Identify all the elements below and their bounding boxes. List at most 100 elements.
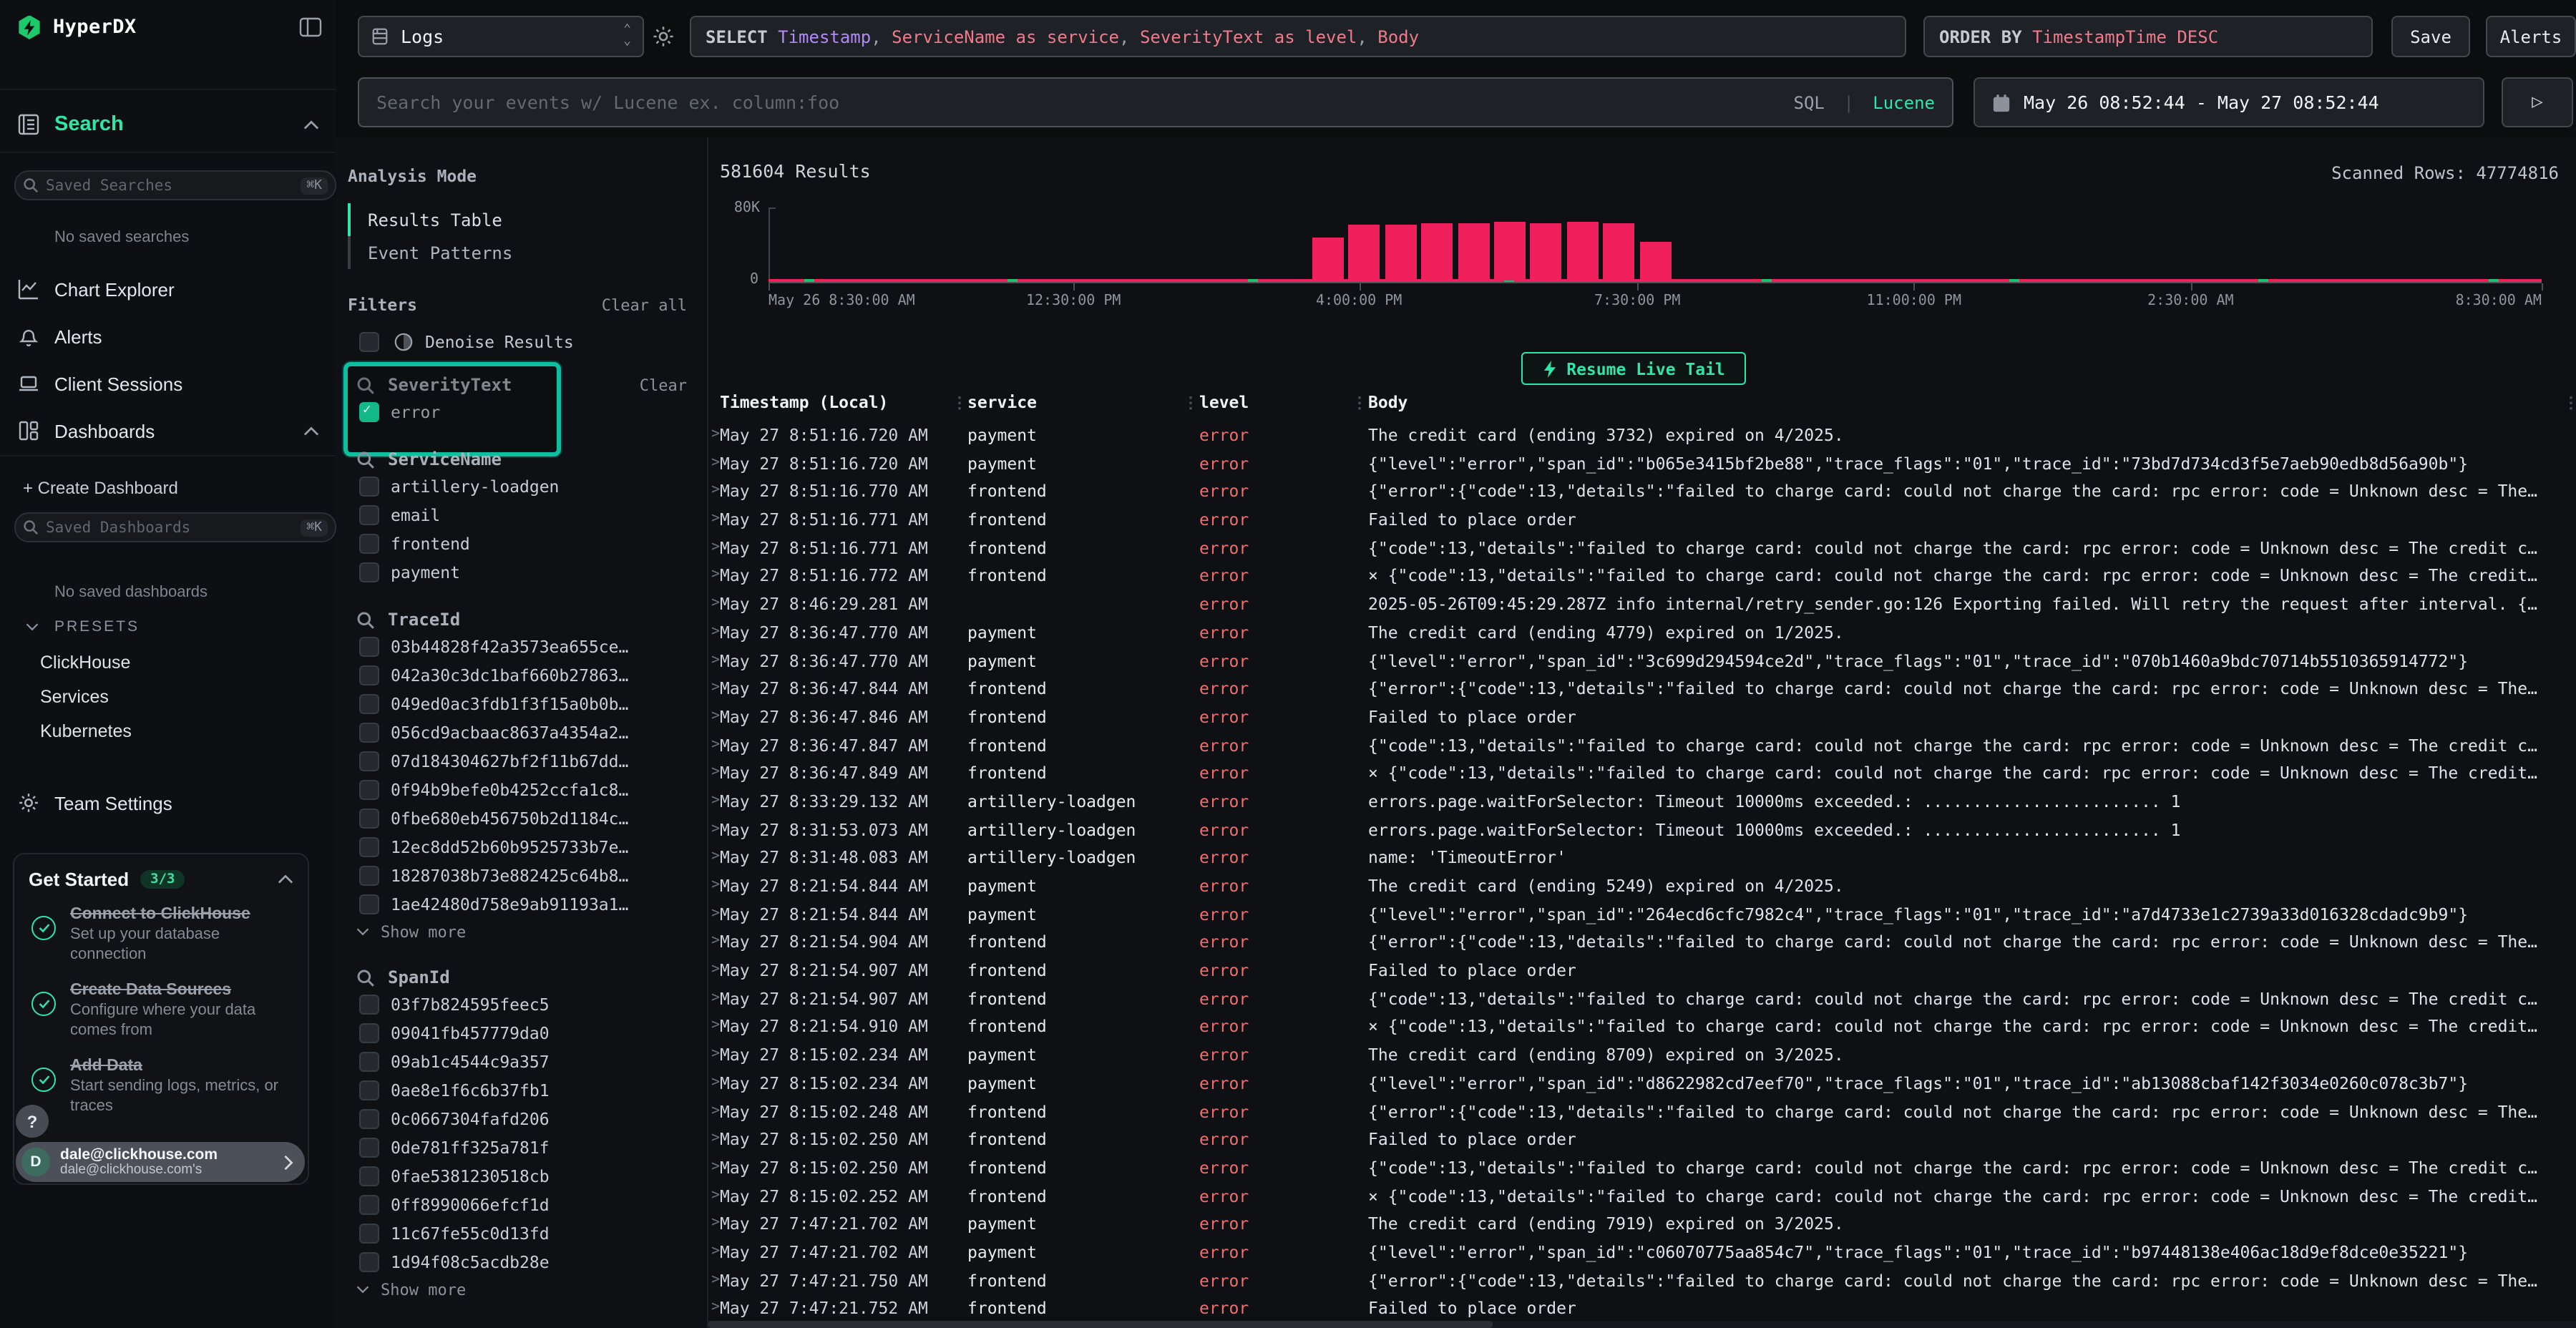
table-row[interactable]: >May 27 8:51:16.720 AMpaymenterrorThe cr… [708, 422, 2576, 450]
facet-checkbox[interactable] [359, 637, 379, 657]
table-row[interactable]: >May 27 8:31:48.083 AMartillery-loadgene… [708, 845, 2576, 873]
facet-checkbox[interactable] [359, 1166, 379, 1186]
facet-value[interactable]: 03f7b824595feec5 [359, 990, 693, 1019]
table-row[interactable]: >May 27 7:47:21.702 AMpaymenterrorThe cr… [708, 1211, 2576, 1239]
table-row[interactable]: >May 27 8:21:54.907 AMfrontenderrorFaile… [708, 957, 2576, 985]
facet-checkbox[interactable] [359, 505, 379, 525]
facet-checkbox[interactable] [359, 477, 379, 497]
row-expand-icon[interactable]: > [711, 1159, 720, 1175]
facet-value[interactable]: frontend [359, 529, 693, 558]
table-row[interactable]: >May 27 8:21:54.904 AMfrontenderror{"err… [708, 929, 2576, 957]
column-resize-handle[interactable]: ⋮ [1352, 394, 1367, 412]
preset-kubernetes[interactable]: Kubernetes [40, 721, 132, 741]
row-expand-icon[interactable]: > [711, 1131, 720, 1146]
facet-checkbox[interactable] [359, 780, 379, 800]
facet-value[interactable]: 09ab1c4544c9a357 [359, 1048, 693, 1076]
show-more-button[interactable]: Show more [356, 1276, 693, 1302]
table-row[interactable]: >May 27 8:51:16.771 AMfrontenderrorFaile… [708, 507, 2576, 534]
table-row[interactable]: >May 27 8:21:54.844 AMpaymenterrorThe cr… [708, 873, 2576, 901]
row-expand-icon[interactable]: > [711, 567, 720, 583]
facet-checkbox[interactable] [359, 665, 379, 685]
sidebar-item-alerts[interactable]: Alerts [17, 318, 319, 355]
row-expand-icon[interactable]: > [711, 905, 720, 921]
facet-value[interactable]: 0de781ff325a781f [359, 1133, 693, 1162]
sidebar-item-chart-explorer[interactable]: Chart Explorer [17, 270, 319, 308]
analysis-mode-results-table[interactable]: Results Table [348, 203, 693, 236]
clear-all-filters-button[interactable]: Clear all [602, 296, 687, 314]
table-row[interactable]: >May 27 8:36:47.846 AMfrontenderrorFaile… [708, 704, 2576, 732]
facet-checkbox[interactable] [359, 837, 379, 857]
row-expand-icon[interactable]: > [711, 1075, 720, 1090]
facet-checkbox[interactable] [359, 809, 379, 829]
chevron-up-icon[interactable] [303, 426, 319, 436]
facet-value[interactable]: payment [359, 558, 693, 587]
row-expand-icon[interactable]: > [711, 934, 720, 949]
facet-checkbox[interactable] [359, 1023, 379, 1043]
facet-checkbox[interactable] [359, 1138, 379, 1158]
facet-value[interactable]: 0ae8e1f6c6b37fb1 [359, 1076, 693, 1105]
facet-checkbox[interactable] [359, 534, 379, 554]
row-expand-icon[interactable]: > [711, 736, 720, 752]
get-started-item[interactable]: Create Data SourcesConfigure where your … [29, 980, 293, 1042]
table-row[interactable]: >May 27 8:51:16.771 AMfrontenderror{"cod… [708, 535, 2576, 563]
row-expand-icon[interactable]: > [711, 454, 720, 470]
row-expand-icon[interactable]: > [711, 765, 720, 781]
table-row[interactable]: >May 27 8:21:54.910 AMfrontenderror× {"c… [708, 1014, 2576, 1042]
table-row[interactable]: >May 27 8:36:47.844 AMfrontenderror{"err… [708, 675, 2576, 703]
row-expand-icon[interactable]: > [711, 708, 720, 724]
alerts-button[interactable]: Alerts [2486, 16, 2576, 57]
row-expand-icon[interactable]: > [711, 793, 720, 809]
row-expand-icon[interactable]: > [711, 426, 720, 442]
facet-value[interactable]: 09041fb457779da0 [359, 1019, 693, 1048]
presets-section-toggle[interactable]: PRESETS [26, 618, 140, 635]
analysis-mode-event-patterns[interactable]: Event Patterns [348, 236, 693, 269]
show-more-button[interactable]: Show more [356, 919, 693, 944]
sidebar-item-team-settings[interactable]: Team Settings [17, 784, 319, 821]
row-expand-icon[interactable]: > [711, 652, 720, 668]
facet-checkbox[interactable] [359, 562, 379, 582]
facet-checkbox[interactable] [359, 894, 379, 914]
facet-value[interactable]: 07d184304627bf2f11b67dd… [359, 747, 693, 776]
facet-value[interactable]: artillery-loadgen [359, 472, 693, 501]
facet-clear-button[interactable]: Clear [640, 376, 687, 394]
facet-value[interactable]: 12ec8dd52b60b9525733b7e… [359, 833, 693, 861]
facet-value[interactable]: 056cd9acbaac8637a4354a2… [359, 718, 693, 747]
user-menu[interactable]: D dale@clickhouse.com dale@clickhouse.co… [16, 1142, 305, 1182]
facet-checkbox[interactable] [359, 866, 379, 886]
facet-value[interactable]: 1d94f08c5acdb28e [359, 1248, 693, 1276]
create-dashboard-button[interactable]: + Create Dashboard [23, 478, 178, 498]
select-clause-input[interactable]: SELECT Timestamp, ServiceName as service… [690, 16, 1906, 57]
facet-checkbox[interactable] [359, 694, 379, 714]
facet-checkbox[interactable] [359, 1252, 379, 1272]
facet-value[interactable]: 0fae5381230518cb [359, 1162, 693, 1191]
sidebar-item-search[interactable]: Search [17, 106, 319, 143]
table-row[interactable]: >May 27 8:36:47.770 AMpaymenterrorThe cr… [708, 620, 2576, 648]
sidebar-item-client-sessions[interactable]: Client Sessions [17, 365, 319, 402]
column-header-service[interactable]: service [967, 392, 1037, 412]
row-expand-icon[interactable]: > [711, 540, 720, 555]
table-row[interactable]: >May 27 8:51:16.720 AMpaymenterror{"leve… [708, 450, 2576, 478]
facet-checkbox[interactable] [359, 1195, 379, 1215]
table-row[interactable]: >May 27 8:36:47.770 AMpaymenterror{"leve… [708, 648, 2576, 675]
row-expand-icon[interactable]: > [711, 680, 720, 695]
row-expand-icon[interactable]: > [711, 1216, 720, 1231]
source-settings-gear-icon[interactable] [651, 24, 675, 49]
query-language-toggle[interactable]: SQL | Lucene [1794, 92, 1936, 112]
table-row[interactable]: >May 27 8:15:02.250 AMfrontenderror{"cod… [708, 1155, 2576, 1183]
facet-value[interactable]: 049ed0ac3fdb1f3f15a0b0b… [359, 690, 693, 718]
table-row[interactable]: >May 27 8:51:16.770 AMfrontenderror{"err… [708, 479, 2576, 507]
facet-checkbox[interactable] [359, 723, 379, 743]
row-expand-icon[interactable]: > [711, 990, 720, 1006]
chevron-up-icon[interactable] [278, 874, 293, 884]
facet-checkbox[interactable] [359, 751, 379, 771]
preset-clickhouse[interactable]: ClickHouse [40, 653, 130, 673]
get-started-item[interactable]: Add DataStart sending logs, metrics, or … [29, 1056, 293, 1118]
save-button[interactable]: Save [2391, 16, 2470, 57]
row-expand-icon[interactable]: > [711, 595, 720, 611]
denoise-checkbox[interactable] [359, 332, 379, 352]
row-expand-icon[interactable]: > [711, 877, 720, 893]
get-started-item[interactable]: Connect to ClickHouseSet up your databas… [29, 904, 293, 966]
table-row[interactable]: >May 27 8:36:47.849 AMfrontenderror× {"c… [708, 761, 2576, 788]
results-histogram[interactable]: 80K0May 26 8:30:00 AM12:30:00 PM4:00:00 … [769, 208, 2542, 301]
table-row[interactable]: >May 27 7:47:21.702 AMpaymenterror{"leve… [708, 1239, 2576, 1267]
